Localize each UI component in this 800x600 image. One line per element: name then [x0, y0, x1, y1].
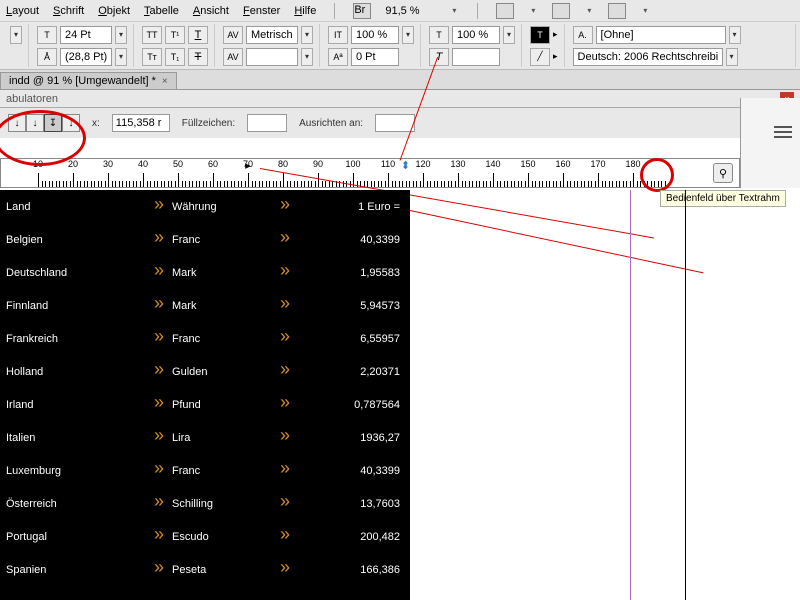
- text-line: Österreich»Schilling»13,7603: [6, 491, 404, 524]
- tab-right-align[interactable]: ↧: [44, 114, 62, 132]
- close-icon[interactable]: ×: [162, 76, 168, 87]
- align-on-field[interactable]: [375, 114, 415, 132]
- fill-label: Füllzeichen:: [182, 118, 235, 129]
- super-icon[interactable]: T¹: [165, 26, 185, 44]
- chevron-right-icon[interactable]: ▸: [553, 29, 558, 40]
- text-line: Land»Währung»1 Euro =: [6, 194, 404, 227]
- tracking-field[interactable]: [246, 48, 298, 66]
- allcaps-icon[interactable]: TT: [142, 26, 162, 44]
- tab-title: indd @ 91 % [Umgewandelt] *: [9, 75, 156, 87]
- vertical-ruler: [740, 98, 800, 188]
- text-line: Finnland»Mark»5,94573: [6, 293, 404, 326]
- baseline-icon: Aª: [328, 48, 348, 66]
- menu-fenster[interactable]: Fenster: [243, 5, 280, 17]
- kerning-icon: A͏V: [223, 26, 243, 44]
- menu-hilfe[interactable]: Hilfe: [294, 5, 316, 17]
- menu-bar: Layout Schrift Objekt Tabelle Ansicht Fe…: [0, 0, 800, 22]
- baseline-field[interactable]: [351, 48, 399, 66]
- tracking-icon: A͏V: [223, 48, 243, 66]
- menu-ansicht[interactable]: Ansicht: [193, 5, 229, 17]
- skew-icon: T: [429, 48, 449, 66]
- text-line: Irland»Pfund»0,787564: [6, 392, 404, 425]
- menu-tabelle[interactable]: Tabelle: [144, 5, 179, 17]
- text-line: Belgien»Franc»40,3399: [6, 227, 404, 260]
- view-mode-icon-3[interactable]: [608, 3, 626, 19]
- vscale-icon: IT: [328, 26, 348, 44]
- frame-edge: [685, 190, 686, 600]
- tab-decimal-align[interactable]: ↓: [62, 114, 80, 132]
- text-line: Deutschland»Mark»1,95583: [6, 260, 404, 293]
- sub-icon[interactable]: T₁: [165, 48, 185, 66]
- text-frame[interactable]: Land»Währung»1 Euro =Belgien»Franc»40,33…: [0, 190, 410, 600]
- text-line: Spanien»Peseta»166,386: [6, 557, 404, 590]
- hscale-field[interactable]: [452, 26, 500, 44]
- x-label: x:: [92, 118, 100, 129]
- menu-layout[interactable]: Layout: [6, 5, 39, 17]
- smallcaps-icon[interactable]: Tᴛ: [142, 48, 162, 66]
- text-line: Holland»Gulden»2,20371: [6, 359, 404, 392]
- bridge-icon[interactable]: Br: [353, 3, 371, 19]
- underline-icon[interactable]: T: [188, 26, 208, 44]
- tab-alignment-buttons: ↓ ↓ ↧ ↓: [8, 114, 80, 132]
- stroke-icon[interactable]: ╱: [530, 48, 550, 66]
- text-line: Luxemburg»Franc»40,3399: [6, 458, 404, 491]
- tab-center-align[interactable]: ↓: [26, 114, 44, 132]
- language-field[interactable]: [573, 48, 723, 66]
- panel-menu-icon[interactable]: [774, 125, 792, 139]
- zoom-dropdown[interactable]: [449, 4, 459, 18]
- tabs-panel-header: abulatoren ×: [0, 90, 800, 108]
- tabs-panel-controls: ↓ ↓ ↧ ↓ x: Füllzeichen: Ausrichten an:: [0, 108, 740, 138]
- vscale-field[interactable]: [351, 26, 399, 44]
- text-line: Frankreich»Franc»6,55957: [6, 326, 404, 359]
- hscale-icon: T: [429, 26, 449, 44]
- margin-guide: [630, 190, 631, 600]
- document-tab-bar: indd @ 91 % [Umgewandelt] * ×: [0, 70, 800, 90]
- charstyle-icon: A.: [573, 26, 593, 44]
- tabs-panel-title: abulatoren: [6, 93, 58, 105]
- magnet-snap-icon[interactable]: ⚲: [713, 163, 733, 183]
- control-panel: T Å TT T¹ T Tᴛ T₁ T A͏V A͏V: [0, 22, 800, 70]
- kerning-field[interactable]: [246, 26, 298, 44]
- zoom-field[interactable]: [385, 5, 435, 17]
- leading-icon: Å: [37, 48, 57, 66]
- skew-field[interactable]: [452, 48, 500, 66]
- align-on-label: Ausrichten an:: [299, 118, 363, 129]
- char-style-dd[interactable]: [10, 26, 22, 44]
- view-mode-icon-1[interactable]: [496, 3, 514, 19]
- menu-objekt[interactable]: Objekt: [98, 5, 130, 17]
- leading-field[interactable]: [60, 48, 112, 66]
- text-line: Italien»Lira»1936,27: [6, 425, 404, 458]
- charstyle-field[interactable]: [596, 26, 726, 44]
- font-size-icon: T: [37, 26, 57, 44]
- document-area: Land»Währung»1 Euro =Belgien»Franc»40,33…: [0, 190, 800, 600]
- x-position-field[interactable]: [112, 114, 170, 132]
- text-line: Portugal»Escudo»200,482: [6, 524, 404, 557]
- tab-ruler[interactable]: 1020304050607080901001101201301401501601…: [0, 158, 740, 188]
- menu-schrift[interactable]: Schrift: [53, 5, 84, 17]
- fill-icon[interactable]: T: [530, 26, 550, 44]
- view-mode-icon-2[interactable]: [552, 3, 570, 19]
- document-tab[interactable]: indd @ 91 % [Umgewandelt] * ×: [0, 72, 177, 89]
- font-size-field[interactable]: [60, 26, 112, 44]
- fill-char-field[interactable]: [247, 114, 287, 132]
- tab-left-align[interactable]: ↓: [8, 114, 26, 132]
- strike-icon[interactable]: T: [188, 48, 208, 66]
